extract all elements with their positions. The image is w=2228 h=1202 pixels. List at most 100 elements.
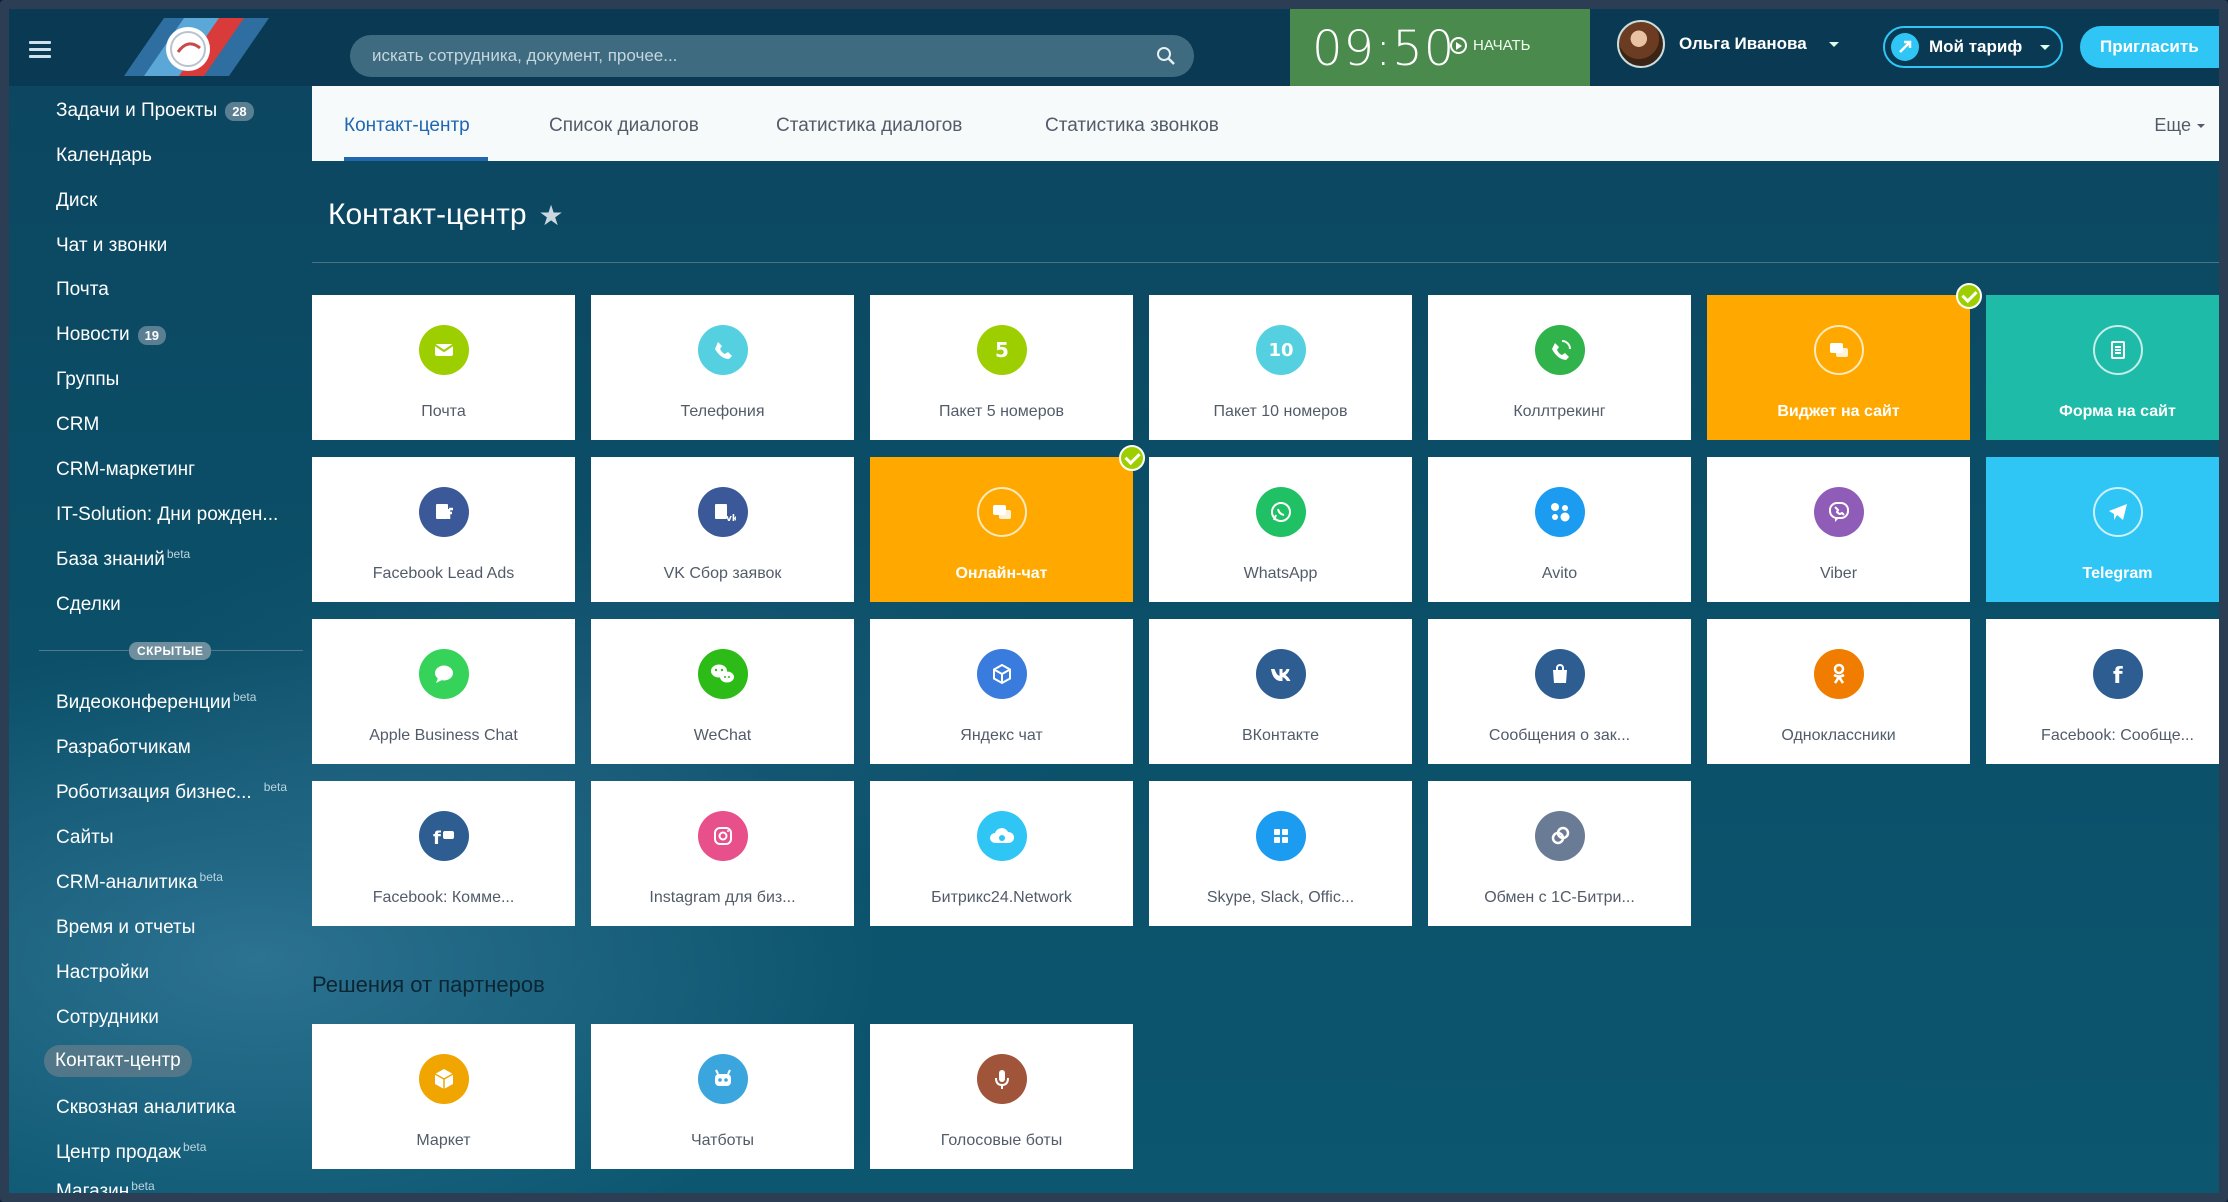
connector-tile[interactable]: Apple Business Chat	[312, 619, 575, 764]
telegram-icon	[2093, 487, 2143, 537]
sidebar-item-label: Разработчикам	[56, 737, 191, 758]
connector-tile[interactable]: vk VK Сбор заявок	[591, 457, 854, 602]
connector-tile-label: Сообщения о зак...	[1488, 727, 1631, 744]
tab-dialog-stats[interactable]: Статистика диалогов	[776, 115, 962, 137]
sidebar-item-crm[interactable]: CRM	[56, 414, 99, 436]
counter-badge: 19	[137, 325, 167, 345]
connector-tile-label: WhatsApp	[1243, 565, 1318, 582]
tab-contact-center[interactable]: Контакт-центр	[344, 115, 470, 137]
sidebar-item-label: Чат и звонки	[56, 235, 168, 256]
sidebar-item-tasks[interactable]: Задачи и Проекты 28	[56, 100, 254, 122]
tab-bar: Контакт-центр Список диалогов Статистика…	[312, 86, 2219, 161]
sidebar-item-label: Сайты	[56, 827, 114, 848]
sidebar-item-label: CRM-аналитика	[56, 872, 198, 893]
sidebar-item-knowledge-base[interactable]: База знаний beta	[56, 547, 190, 571]
connector-tile-label: Почта	[421, 403, 466, 420]
connector-tile[interactable]: WhatsApp	[1149, 457, 1412, 602]
checkmark-icon	[1119, 445, 1145, 471]
sidebar-item-news[interactable]: Новости 19	[56, 324, 167, 346]
connector-tile[interactable]: ВКонтакте	[1149, 619, 1412, 764]
avito-icon	[1535, 487, 1585, 537]
sidebar-item-birthdays[interactable]: IT-Solution: Дни рожден...	[56, 504, 278, 526]
sidebar-item-sites[interactable]: Сайты	[56, 827, 113, 849]
company-logo[interactable]	[104, 16, 269, 78]
sidebar-item-label: Почта	[56, 279, 109, 300]
connector-tile[interactable]: Instagram для биз...	[591, 781, 854, 926]
sidebar-item-label: Календарь	[56, 145, 152, 166]
search-input[interactable]	[372, 35, 1132, 77]
connector-tile-label: Коллтрекинг	[1513, 403, 1606, 420]
connector-tile[interactable]: Виджет на сайт	[1707, 283, 1982, 440]
connector-tile[interactable]: Viber	[1707, 457, 1970, 602]
connector-tile-label: Онлайн-чат	[955, 565, 1048, 582]
search-icon[interactable]	[1156, 46, 1176, 66]
partner-tile[interactable]: Маркет	[312, 1024, 575, 1169]
invite-button[interactable]: Пригласить	[2080, 26, 2225, 68]
connector-tile[interactable]: Онлайн-чат	[870, 445, 1145, 602]
hamburger-menu-icon[interactable]	[29, 41, 51, 59]
sidebar-item-contact-center[interactable]: Контакт-центр	[44, 1045, 192, 1077]
connector-tile[interactable]: 5 Пакет 5 номеров	[870, 295, 1133, 440]
connector-tile-label: Facebook: Комме...	[372, 889, 515, 906]
sidebar-item-label: Сквозная аналитика	[56, 1097, 236, 1118]
apple-business-chat-icon	[419, 649, 469, 699]
facebook-lead-ads-icon	[419, 487, 469, 537]
connector-tile[interactable]: Коллтрекинг	[1428, 295, 1691, 440]
sidebar-item-crm-analytics[interactable]: CRM-аналитика beta	[56, 870, 223, 894]
sidebar-item-shop[interactable]: Магазин beta	[56, 1179, 155, 1202]
sidebar-item-automation[interactable]: Роботизация бизнес... beta	[56, 780, 287, 804]
partner-tile[interactable]: Голосовые боты	[870, 1024, 1133, 1169]
connector-tile[interactable]: Telegram	[1986, 457, 2228, 602]
sidebar-item-mail[interactable]: Почта	[56, 279, 109, 301]
connector-tile[interactable]: 10 Пакет 10 номеров	[1149, 295, 1412, 440]
connector-tile[interactable]: Сообщения о зак...	[1428, 619, 1691, 764]
checkmark-icon	[1956, 283, 1982, 309]
connector-tile[interactable]: Skype, Slack, Offic...	[1149, 781, 1412, 926]
more-tabs-button[interactable]: Еще	[2154, 115, 2205, 136]
connector-tile[interactable]: Битрикс24.Network	[870, 781, 1133, 926]
tab-call-stats[interactable]: Статистика звонков	[1045, 115, 1219, 137]
hidden-section-toggle[interactable]: СКРЫТЫЕ	[129, 642, 212, 660]
online-chat-icon	[977, 487, 1027, 537]
sidebar-item-end-to-end-analytics[interactable]: Сквозная аналитика	[56, 1097, 236, 1119]
my-tariff-button[interactable]: Мой тариф	[1883, 26, 2063, 68]
connector-tile[interactable]: Телефония	[591, 295, 854, 440]
user-menu[interactable]: Ольга Иванова	[1617, 20, 1839, 68]
sidebar-item-videoconf[interactable]: Видеоконференции beta	[56, 690, 256, 714]
tab-dialog-list[interactable]: Список диалогов	[549, 115, 699, 137]
sidebar-item-settings[interactable]: Настройки	[56, 962, 149, 984]
sidebar-item-groups[interactable]: Группы	[56, 369, 119, 391]
start-workday-button[interactable]: НАЧАТЬ	[1450, 37, 1531, 54]
sidebar-item-label: Группы	[56, 369, 120, 390]
sidebar-item-chat[interactable]: Чат и звонки	[56, 235, 167, 257]
sidebar-item-crm-marketing[interactable]: CRM-маркетинг	[56, 459, 195, 481]
widget-icon	[1814, 325, 1864, 375]
connector-tile[interactable]: Avito	[1428, 457, 1691, 602]
connector-tile[interactable]: Обмен с 1С-Битри...	[1428, 781, 1691, 926]
wechat-icon	[698, 649, 748, 699]
connector-tile[interactable]: WeChat	[591, 619, 854, 764]
sidebar-item-calendar[interactable]: Календарь	[56, 145, 152, 167]
connector-tile-label: VK Сбор заявок	[663, 565, 782, 582]
sidebar-item-time-reports[interactable]: Время и отчеты	[56, 917, 195, 939]
connector-tile[interactable]: Форма на сайт	[1986, 295, 2228, 440]
sidebar-item-sales-center[interactable]: Центр продаж beta	[56, 1140, 206, 1164]
connector-tile[interactable]: Одноклассники	[1707, 619, 1970, 764]
sidebar-item-employees[interactable]: Сотрудники	[56, 1007, 159, 1029]
connector-tile[interactable]: f Facebook: Сообще...	[1986, 619, 2228, 764]
sidebar-item-developers[interactable]: Разработчикам	[56, 737, 191, 759]
start-label: НАЧАТЬ	[1473, 37, 1531, 54]
connector-tile[interactable]: Facebook Lead Ads	[312, 457, 575, 602]
connector-tile[interactable]: f Facebook: Комме...	[312, 781, 575, 926]
connector-tile[interactable]: Почта	[312, 295, 575, 440]
connector-tile-label: Виджет на сайт	[1777, 403, 1900, 420]
beta-label: beta	[131, 1179, 155, 1193]
partner-tile[interactable]: Чатботы	[591, 1024, 854, 1169]
star-icon[interactable]: ★	[539, 199, 564, 232]
connector-tile-label: Обмен с 1С-Битри...	[1484, 889, 1635, 906]
sidebar-item-disk[interactable]: Диск	[56, 190, 97, 212]
connector-tile-label: Яндекс чат	[960, 727, 1043, 744]
connector-tile[interactable]: Яндекс чат	[870, 619, 1133, 764]
sidebar-item-deals[interactable]: Сделки	[56, 594, 121, 616]
search-bar[interactable]	[350, 35, 1194, 77]
